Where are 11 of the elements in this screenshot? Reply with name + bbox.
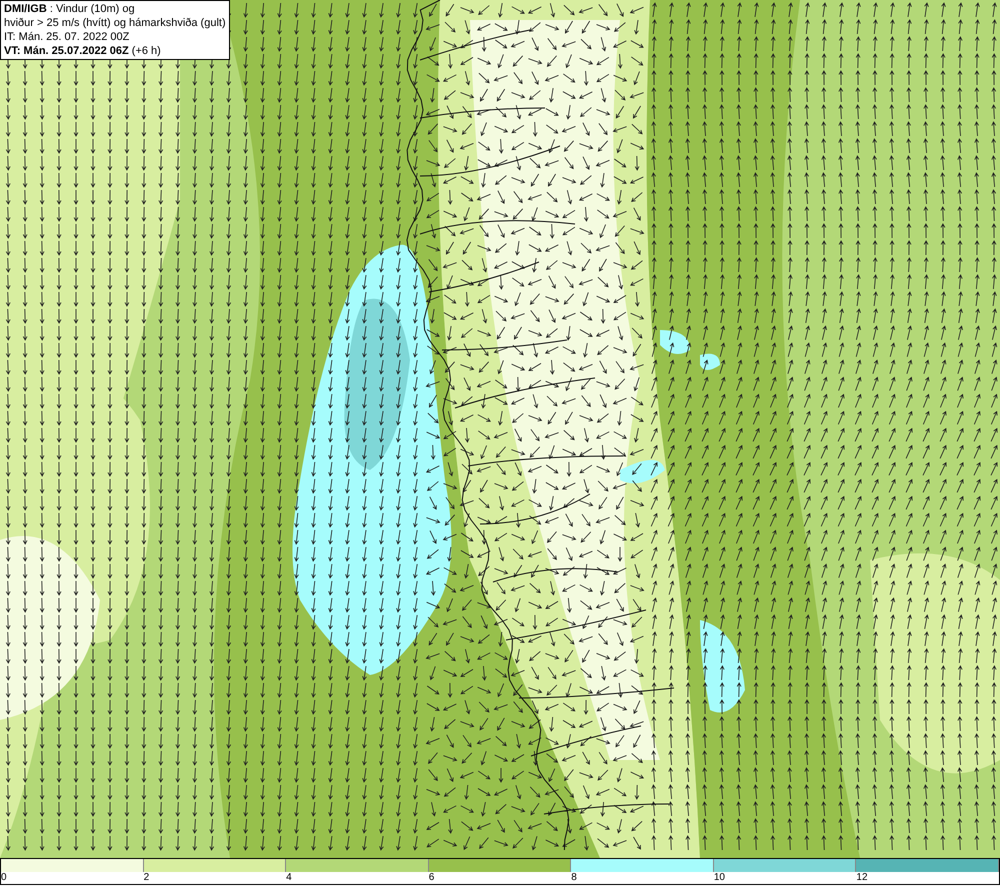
title-text: IT: Mán. 25. 07. 2022 00Z	[4, 30, 130, 44]
legend-tick-label: 2	[144, 872, 150, 884]
legend-tick-label: 4	[286, 872, 292, 884]
legend-tick-label: 8	[571, 872, 577, 884]
title-text: VT: Mán. 25.07.2022 06Z (+6 h)	[4, 44, 162, 58]
legend-tick-label: 6	[428, 872, 434, 884]
legend-tick-label: 0	[1, 872, 7, 884]
legend-tick-label: 12	[856, 872, 868, 884]
legend-tick-label: 10	[714, 872, 725, 884]
title-text: hviður > 25 m/s (hvítt) og hámarkshviða (gult)	[4, 16, 226, 30]
title-text: DMI/IGB : Vindur (10m) og	[4, 2, 136, 16]
